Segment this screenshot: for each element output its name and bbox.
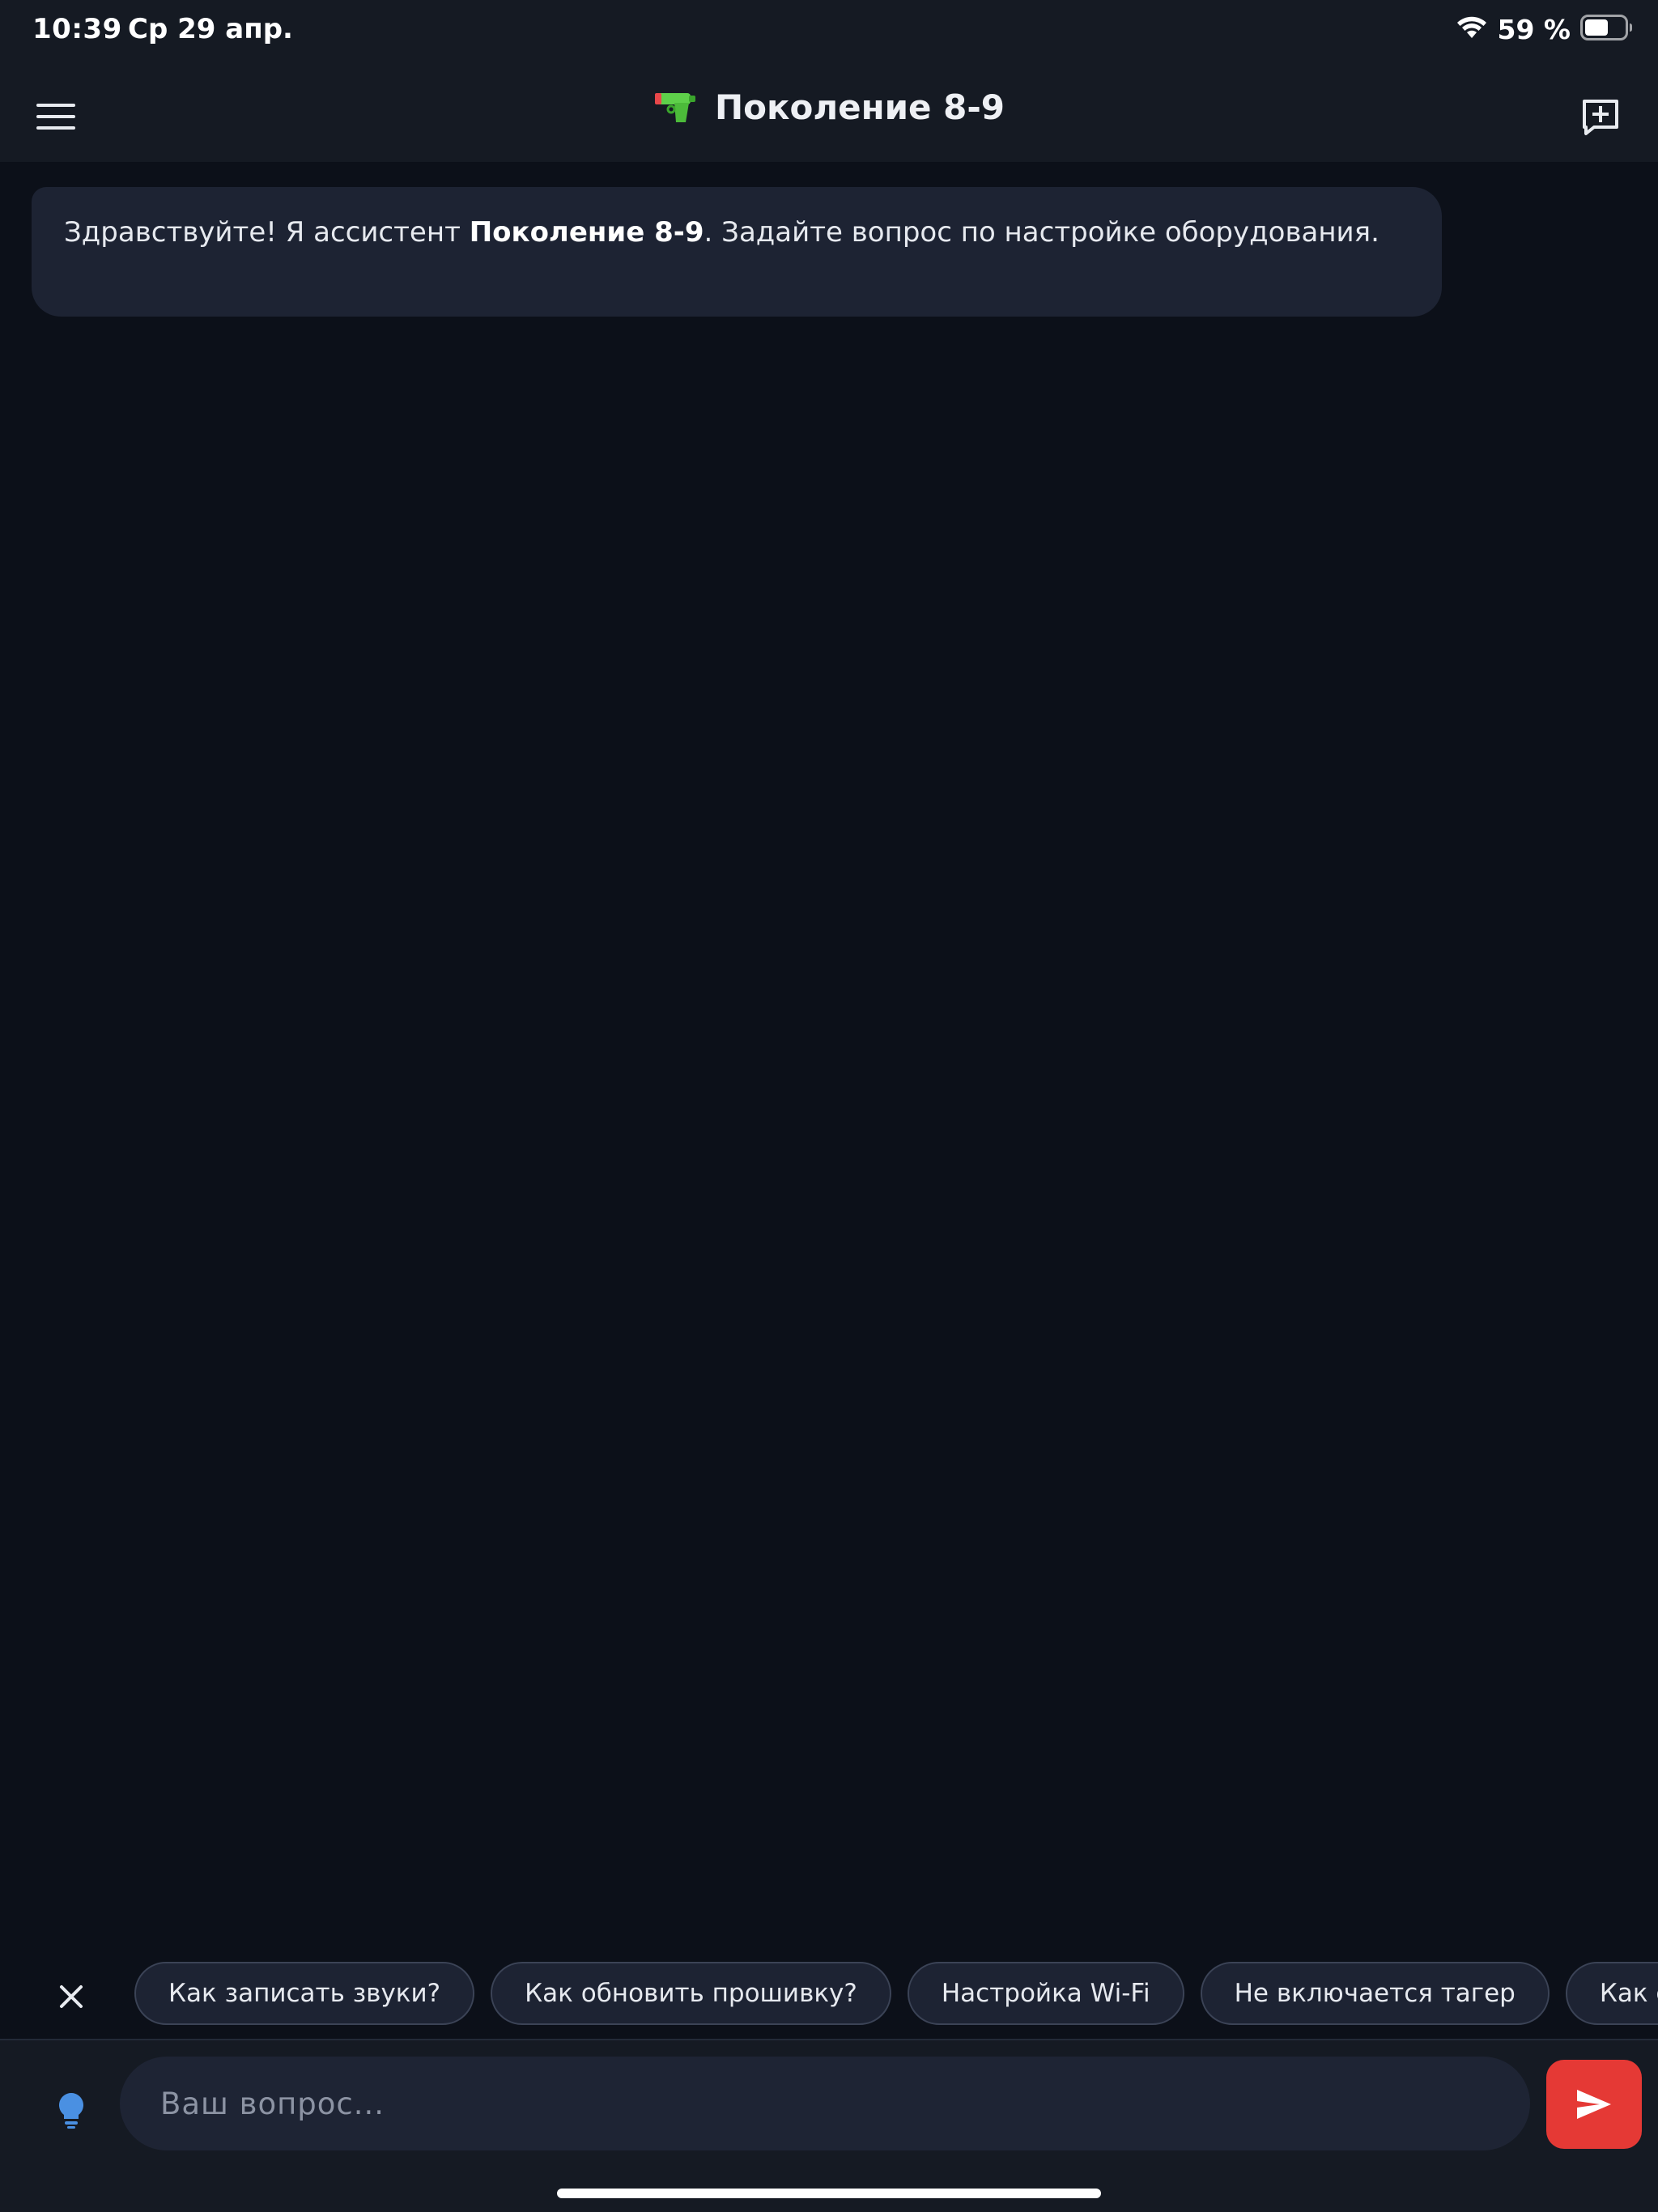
message-text: Здравствуйте! Я ассистент [64,216,470,249]
status-indicators: 59 % [1456,11,1634,47]
input-bar [0,2039,1658,2212]
app-header: Поколение 8-9 [0,63,1658,162]
message-text-end: . Задайте вопрос по настройке оборудован… [704,216,1380,249]
lightbulb-icon [59,2093,83,2129]
suggestion-chip[interactable]: Не включается тагер [1200,1962,1550,2025]
status-time: 10:39 [32,13,122,45]
header-title-group: Поколение 8-9 [0,87,1658,127]
water-pistol-icon [653,88,697,127]
send-icon [1577,2090,1611,2119]
close-suggestions-button[interactable] [49,1974,94,2019]
suggestion-chips: Как записать звуки? Как обновить прошивк… [134,1962,1658,2025]
suggestions-bar: Как записать звуки? Как обновить прошивк… [0,1959,1658,2032]
add-comment-icon [1583,100,1618,135]
close-icon [60,1985,83,2008]
suggestion-chip[interactable]: Как обновить прошивку? [491,1962,891,2025]
app-screen: 10:39 Ср 29 апр. 59 % Поколение 8-9 Здра… [0,0,1658,2212]
status-bar: 10:39 Ср 29 апр. 59 % [0,0,1658,63]
status-date: Ср 29 апр. [128,13,293,45]
battery-icon [1580,15,1634,44]
message-bold-text: Поколение 8-9 [469,216,704,249]
assistant-message: Здравствуйте! Я ассистент Поколение 8-9.… [32,187,1442,317]
question-input[interactable] [120,2057,1530,2150]
new-chat-button[interactable] [1574,91,1627,144]
page-title: Поколение 8-9 [714,87,1005,127]
suggestion-chip[interactable]: Как записать звуки? [134,1962,475,2025]
send-button[interactable] [1546,2060,1642,2149]
battery-percent: 59 % [1497,13,1571,45]
suggestion-chip[interactable]: Настройка Wi-Fi [907,1962,1184,2025]
home-indicator [557,2189,1101,2198]
suggestion-chip[interactable]: Как сме [1565,1962,1658,2025]
wifi-icon [1456,15,1488,43]
chat-area: Здравствуйте! Я ассистент Поколение 8-9.… [0,162,1658,1943]
hint-button[interactable] [47,2082,96,2139]
